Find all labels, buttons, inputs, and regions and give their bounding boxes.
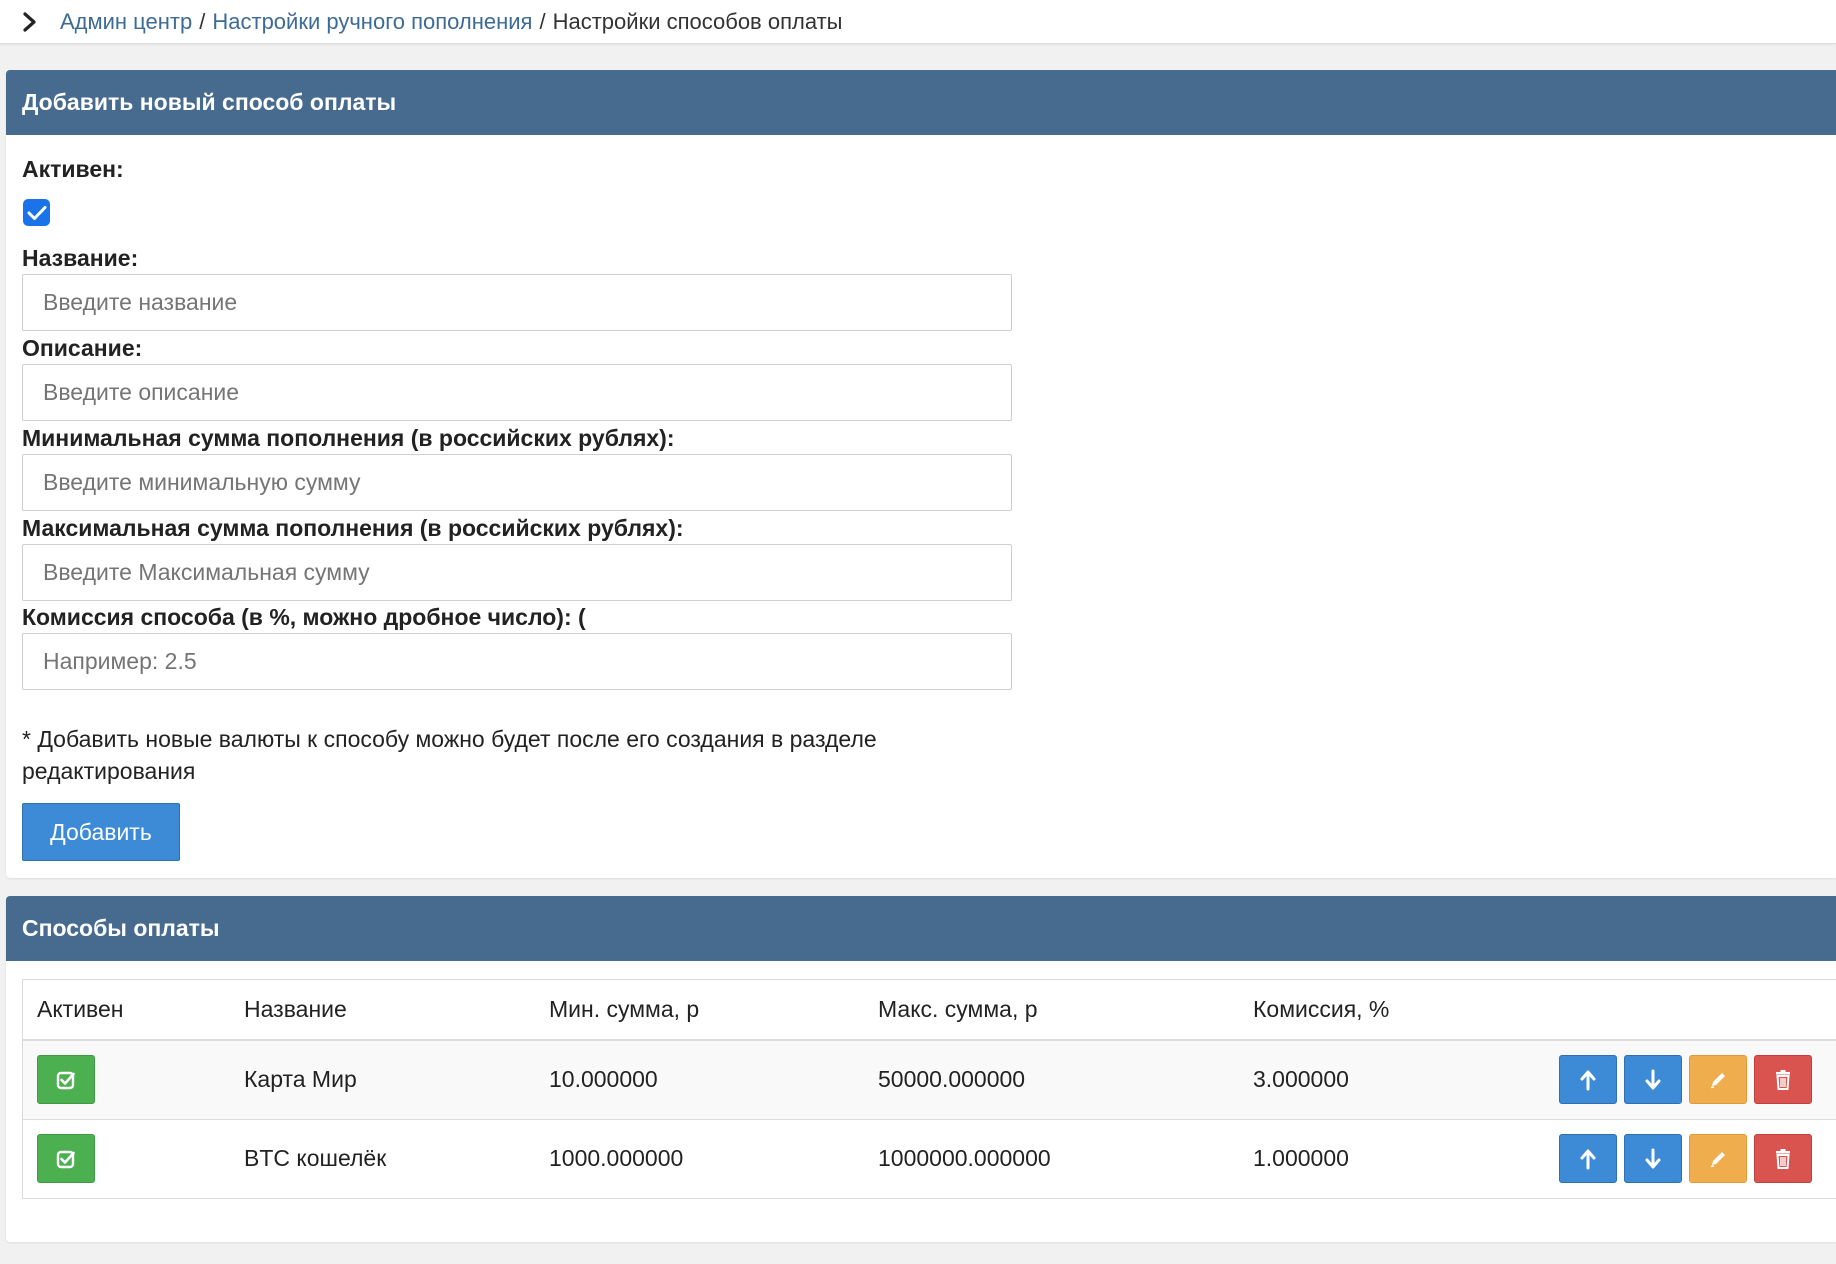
move-down-button[interactable] bbox=[1624, 1055, 1682, 1105]
chevron-right-icon bbox=[22, 11, 44, 33]
panel-title: Добавить новый способ оплаты bbox=[6, 70, 1836, 135]
table-header-row: Активен Название Мин. сумма, р Макс. сум… bbox=[23, 980, 1836, 1041]
cell-commission: 1.000000 bbox=[1253, 1145, 1349, 1172]
edit-button[interactable] bbox=[1689, 1134, 1747, 1184]
cell-active bbox=[23, 1119, 230, 1198]
breadcrumb-link-admin-center[interactable]: Админ центр bbox=[60, 9, 192, 35]
trash-icon bbox=[1776, 1069, 1790, 1090]
breadcrumb-link-manual-topup[interactable]: Настройки ручного пополнения bbox=[212, 9, 532, 35]
active-checkbox[interactable] bbox=[23, 199, 50, 226]
column-header-active: Активен bbox=[23, 980, 230, 1041]
arrow-down-icon bbox=[1645, 1069, 1661, 1090]
check-icon bbox=[27, 205, 46, 220]
column-header-name: Название bbox=[230, 980, 535, 1041]
table-row: Карта Мир 10.000000 50000.000000 3.00000… bbox=[23, 1040, 1836, 1120]
add-payment-method-panel: Добавить новый способ оплаты Активен: На… bbox=[6, 70, 1836, 878]
cell-min: 1000.000000 bbox=[549, 1145, 684, 1172]
name-input[interactable] bbox=[22, 274, 1012, 331]
toggle-active-button[interactable] bbox=[37, 1134, 95, 1184]
trash-icon bbox=[1776, 1148, 1790, 1169]
delete-button[interactable] bbox=[1754, 1134, 1812, 1184]
min-amount-input[interactable] bbox=[22, 454, 1012, 511]
max-amount-input[interactable] bbox=[22, 544, 1012, 601]
breadcrumb-current: Настройки способов оплаты bbox=[552, 8, 843, 34]
payment-methods-table: Активен Название Мин. сумма, р Макс. сум… bbox=[22, 979, 1836, 1199]
cell-name: BTC кошелёк bbox=[244, 1145, 387, 1172]
breadcrumb-separator: / bbox=[539, 8, 546, 34]
cell-max: 50000.000000 bbox=[864, 1040, 1239, 1120]
arrow-up-icon bbox=[1580, 1070, 1596, 1091]
cell-name: Карта Мир bbox=[230, 1040, 535, 1120]
breadcrumb: Админ центр / Настройки ручного пополнен… bbox=[0, 0, 1836, 44]
min-amount-label: Минимальная сумма пополнения (в российск… bbox=[22, 425, 675, 451]
currency-note: * Добавить новые валюты к способу можно … bbox=[22, 726, 877, 784]
description-label: Описание: bbox=[22, 335, 143, 361]
cell-max: 1000000.000000 bbox=[878, 1145, 1051, 1172]
delete-button[interactable] bbox=[1754, 1055, 1812, 1105]
cell-actions bbox=[1539, 1119, 1836, 1198]
add-button[interactable]: Добавить bbox=[22, 803, 180, 861]
commission-input[interactable] bbox=[22, 633, 1012, 690]
edit-button[interactable] bbox=[1689, 1055, 1747, 1105]
breadcrumb-separator: / bbox=[199, 8, 206, 34]
column-header-commission: Комиссия, % bbox=[1239, 980, 1539, 1041]
check-square-icon bbox=[56, 1150, 75, 1168]
arrow-up-icon bbox=[1580, 1149, 1596, 1170]
move-down-button[interactable] bbox=[1624, 1134, 1682, 1184]
pencil-icon bbox=[1710, 1151, 1725, 1167]
cell-actions bbox=[1539, 1040, 1836, 1120]
cell-active bbox=[23, 1040, 230, 1120]
cell-commission: 3.000000 bbox=[1239, 1040, 1539, 1120]
column-header-min: Мин. сумма, р bbox=[535, 980, 864, 1041]
panel-title: Способы оплаты bbox=[6, 896, 1836, 961]
column-header-max: Макс. сумма, р bbox=[864, 980, 1239, 1041]
arrow-down-icon bbox=[1645, 1148, 1661, 1169]
active-label: Активен: bbox=[22, 156, 124, 182]
payment-methods-panel: Способы оплаты Активен Название Мин. сум… bbox=[6, 896, 1836, 1242]
pencil-icon bbox=[1710, 1072, 1725, 1088]
check-square-icon bbox=[56, 1071, 75, 1089]
toggle-active-button[interactable] bbox=[37, 1055, 95, 1105]
move-up-button[interactable] bbox=[1559, 1055, 1617, 1105]
description-input[interactable] bbox=[22, 364, 1012, 421]
cell-min: 10.000000 bbox=[535, 1040, 864, 1120]
max-amount-label: Максимальная сумма пополнения (в российс… bbox=[22, 515, 684, 541]
column-header-actions bbox=[1539, 980, 1836, 1041]
table-row: BTC кошелёк 1000.000000 1000000.000000 1… bbox=[23, 1119, 1836, 1198]
commission-label: Комиссия способа (в %, можно дробное чис… bbox=[22, 604, 586, 630]
name-label: Название: bbox=[22, 245, 139, 271]
move-up-button[interactable] bbox=[1559, 1134, 1617, 1184]
